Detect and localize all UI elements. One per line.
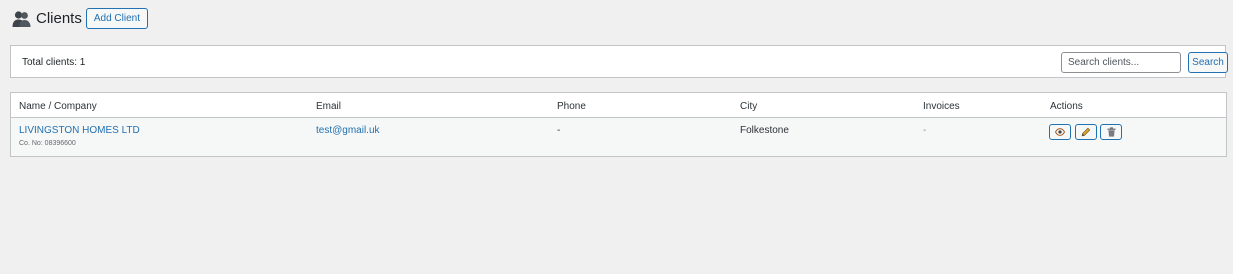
- client-city: Folkestone: [740, 125, 789, 136]
- pencil-icon: [1081, 127, 1091, 137]
- edit-client-button[interactable]: [1075, 124, 1097, 140]
- column-header-name: Name / Company: [19, 101, 97, 112]
- column-header-phone: Phone: [557, 101, 586, 112]
- column-header-city: City: [740, 101, 758, 112]
- clients-table: Name / Company Email Phone City Invoices…: [10, 92, 1227, 157]
- clients-page: Clients Add Client Total clients: 1 Sear…: [0, 0, 1233, 274]
- eye-icon: [1055, 128, 1065, 136]
- total-clients-text: Total clients: 1: [22, 57, 86, 68]
- column-header-email: Email: [316, 101, 342, 112]
- delete-client-button[interactable]: [1100, 124, 1122, 140]
- client-name-link[interactable]: LIVINGSTON HOMES LTD: [19, 125, 140, 136]
- search-button[interactable]: Search: [1188, 52, 1228, 73]
- search-input[interactable]: [1061, 52, 1181, 73]
- table-row: LIVINGSTON HOMES LTD Co. No: 08396600 te…: [11, 118, 1226, 156]
- view-client-button[interactable]: [1049, 124, 1071, 140]
- page-title: Clients: [36, 10, 82, 27]
- client-phone: -: [557, 125, 561, 136]
- table-header: Name / Company Email Phone City Invoices…: [11, 93, 1226, 118]
- client-invoices: -: [923, 125, 927, 136]
- page-header: Clients Add Client: [12, 8, 148, 29]
- column-header-invoices: Invoices: [923, 101, 960, 112]
- client-email-link[interactable]: test@gmail.uk: [316, 125, 380, 136]
- add-client-button[interactable]: Add Client: [85, 8, 148, 29]
- company-number: Co. No: 08396600: [19, 140, 76, 147]
- users-icon: [12, 9, 31, 28]
- column-header-actions: Actions: [1050, 101, 1083, 112]
- summary-bar: Total clients: 1 Search: [10, 45, 1228, 78]
- trash-icon: [1107, 127, 1116, 137]
